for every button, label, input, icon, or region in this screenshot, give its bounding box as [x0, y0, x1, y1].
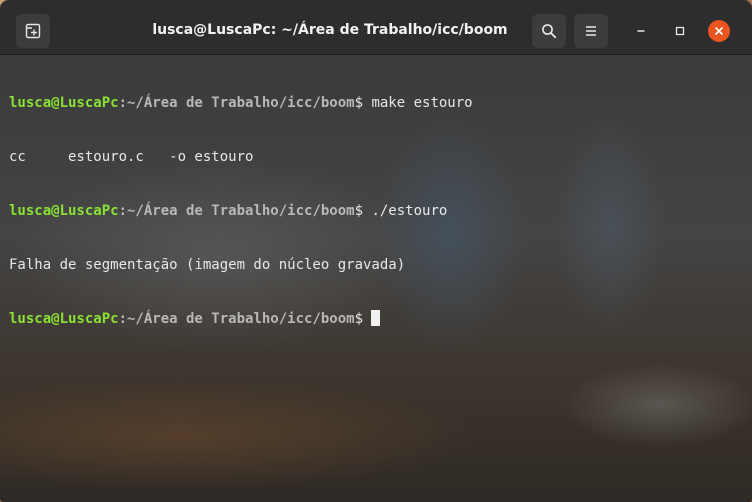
maximize-icon	[675, 26, 685, 36]
terminal-output: lusca@LuscaPc:~/Área de Trabalho/icc/boo…	[9, 58, 473, 364]
terminal-line: lusca@LuscaPc:~/Área de Trabalho/icc/boo…	[9, 94, 473, 112]
close-button[interactable]	[708, 20, 730, 42]
minimize-icon	[637, 30, 645, 32]
prompt-user: lusca@LuscaPc	[9, 311, 119, 327]
prompt-user: lusca@LuscaPc	[9, 95, 119, 111]
command-text: ./estouro	[371, 203, 448, 219]
terminal-line: cc estouro.c -o estouro	[9, 148, 473, 166]
prompt-symbol: $	[354, 311, 372, 327]
output-text: cc estouro.c -o estouro	[9, 149, 254, 165]
terminal-line: lusca@LuscaPc:~/Área de Trabalho/icc/boo…	[9, 310, 473, 328]
search-button[interactable]	[532, 14, 566, 48]
prompt-symbol: $	[354, 95, 372, 111]
prompt-path: :~/Área de Trabalho/icc/boom	[118, 203, 355, 219]
window-title: lusca@LuscaPc: ~/Área de Trabalho/icc/bo…	[152, 22, 508, 38]
terminal-window: lusca@LuscaPc: ~/Área de Trabalho/icc/bo…	[0, 0, 752, 502]
new-tab-button[interactable]	[16, 14, 50, 48]
command-text: make estouro	[371, 95, 473, 111]
hamburger-menu-icon	[586, 26, 596, 36]
minimize-button[interactable]	[630, 20, 652, 42]
output-text: Falha de segmentação (imagem do núcleo g…	[9, 257, 406, 273]
terminal-line: Falha de segmentação (imagem do núcleo g…	[9, 256, 473, 274]
title-bar[interactable]: lusca@LuscaPc: ~/Área de Trabalho/icc/bo…	[0, 0, 752, 55]
prompt-symbol: $	[354, 203, 372, 219]
maximize-button[interactable]	[669, 20, 691, 42]
prompt-path: :~/Área de Trabalho/icc/boom	[118, 95, 355, 111]
menu-button[interactable]	[574, 14, 608, 48]
terminal-area[interactable]: lusca@LuscaPc:~/Área de Trabalho/icc/boo…	[0, 55, 752, 502]
terminal-line: lusca@LuscaPc:~/Área de Trabalho/icc/boo…	[9, 202, 473, 220]
prompt-user: lusca@LuscaPc	[9, 203, 119, 219]
prompt-path: :~/Área de Trabalho/icc/boom	[118, 311, 355, 327]
search-icon	[542, 24, 557, 39]
new-tab-icon	[25, 23, 41, 39]
text-cursor	[371, 310, 381, 326]
close-icon	[715, 27, 723, 35]
